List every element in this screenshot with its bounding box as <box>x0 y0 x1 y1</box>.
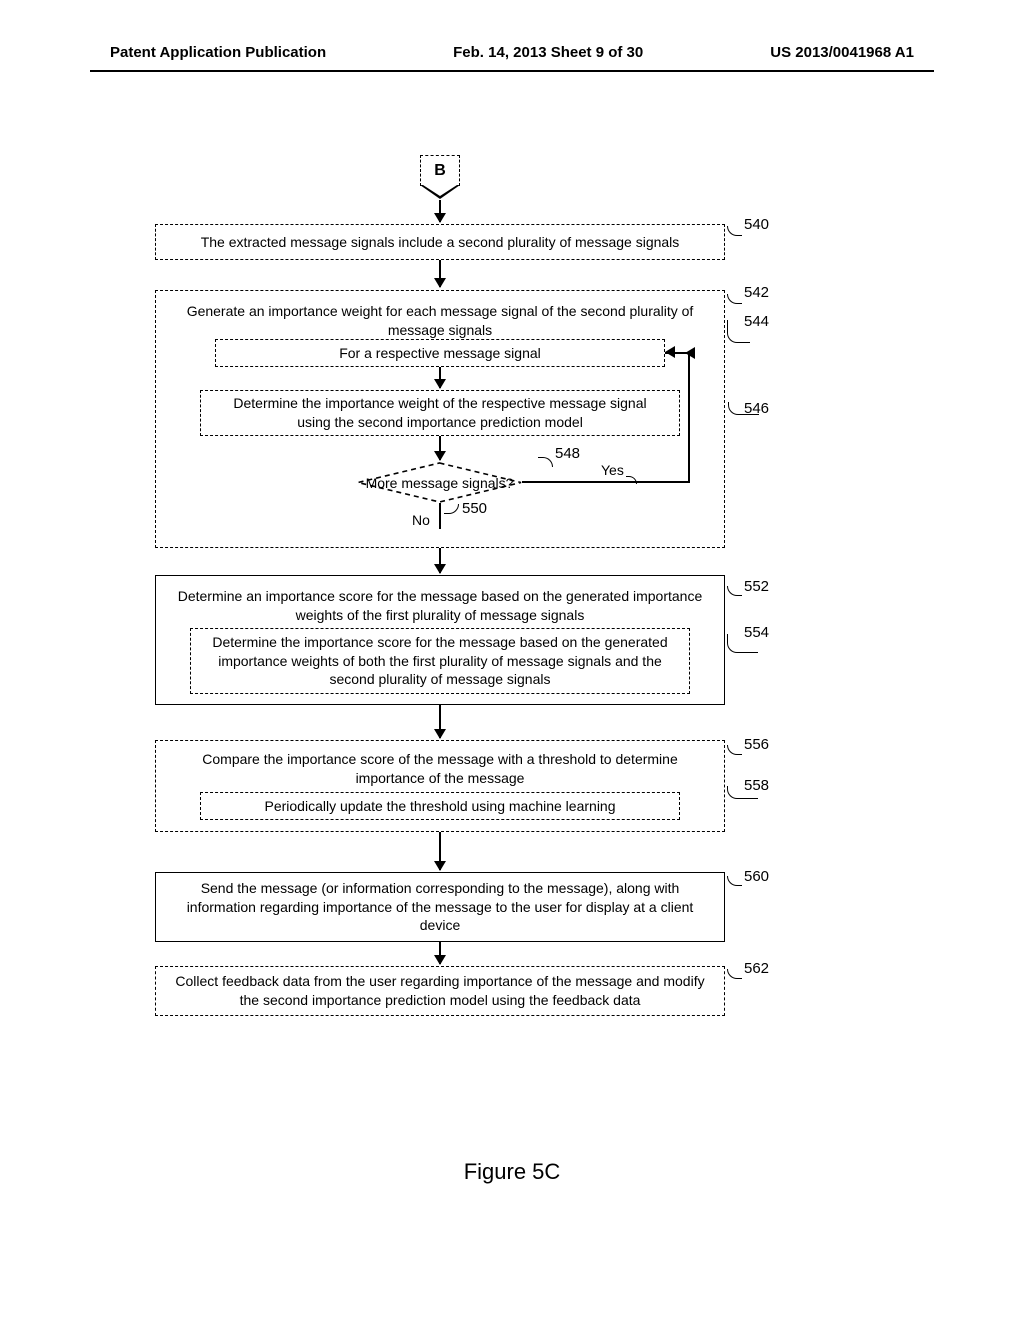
ref-558: 558 <box>744 777 769 794</box>
page-header: Patent Application Publication Feb. 14, … <box>0 44 1024 61</box>
ref-leader <box>727 294 742 304</box>
flow-line <box>688 352 690 483</box>
step-546: Determine the importance weight of the r… <box>200 390 680 436</box>
step-554: Determine the importance score for the m… <box>190 628 690 694</box>
ref-546: 546 <box>744 400 769 417</box>
step-546-text: Determine the importance weight of the r… <box>215 394 665 432</box>
header-rule <box>90 70 934 72</box>
header-center: Feb. 14, 2013 Sheet 9 of 30 <box>453 44 643 61</box>
step-560: Send the message (or information corresp… <box>155 872 725 942</box>
step-540: The extracted message signals include a … <box>155 224 725 260</box>
header-left: Patent Application Publication <box>110 44 326 61</box>
arrow <box>439 832 441 870</box>
arrow <box>439 260 441 287</box>
connector-label: B <box>434 162 446 180</box>
step-562-text: Collect feedback data from the user rega… <box>170 972 710 1010</box>
step-540-text: The extracted message signals include a … <box>201 233 680 252</box>
ref-leader <box>727 745 742 755</box>
step-554-text: Determine the importance score for the m… <box>205 633 675 690</box>
off-page-connector-b: B <box>420 155 460 201</box>
ref-562: 562 <box>744 960 769 977</box>
ref-leader <box>727 876 742 886</box>
ref-554: 554 <box>744 624 769 641</box>
ref-544: 544 <box>744 313 769 330</box>
header-right: US 2013/0041968 A1 <box>770 44 914 61</box>
ref-leader <box>727 969 742 979</box>
flow-line <box>439 503 441 529</box>
ref-leader <box>727 586 742 596</box>
arrow <box>439 200 441 222</box>
step-562: Collect feedback data from the user rega… <box>155 966 725 1016</box>
arrow <box>439 367 441 388</box>
decision-no: No <box>412 512 430 528</box>
arrow <box>439 705 441 738</box>
flow-line <box>522 481 690 483</box>
page: Patent Application Publication Feb. 14, … <box>0 0 1024 1320</box>
step-544: For a respective message signal <box>215 339 665 367</box>
decision-548-text: More message signals? <box>366 475 514 491</box>
step-542-text: Generate an importance weight for each m… <box>170 302 710 340</box>
ref-leader <box>727 226 742 236</box>
step-560-text: Send the message (or information corresp… <box>170 879 710 936</box>
ref-552: 552 <box>744 578 769 595</box>
ref-556: 556 <box>744 736 769 753</box>
step-558-text: Periodically update the threshold using … <box>265 797 616 816</box>
ref-560: 560 <box>744 868 769 885</box>
ref-540: 540 <box>744 216 769 233</box>
ref-550: 550 <box>462 500 487 517</box>
step-558: Periodically update the threshold using … <box>200 792 680 820</box>
arrow <box>439 436 441 460</box>
step-556-text: Compare the importance score of the mess… <box>170 750 710 788</box>
step-552-text: Determine an importance score for the me… <box>170 587 710 625</box>
figure-caption: Figure 5C <box>0 1159 1024 1185</box>
ref-542: 542 <box>744 284 769 301</box>
arrow <box>439 548 441 573</box>
step-544-text: For a respective message signal <box>339 344 541 363</box>
decision-yes: Yes <box>601 462 624 478</box>
flow-line <box>665 352 690 354</box>
ref-548: 548 <box>555 445 580 462</box>
decision-548: More message signals? <box>357 462 522 503</box>
arrow <box>439 942 441 964</box>
